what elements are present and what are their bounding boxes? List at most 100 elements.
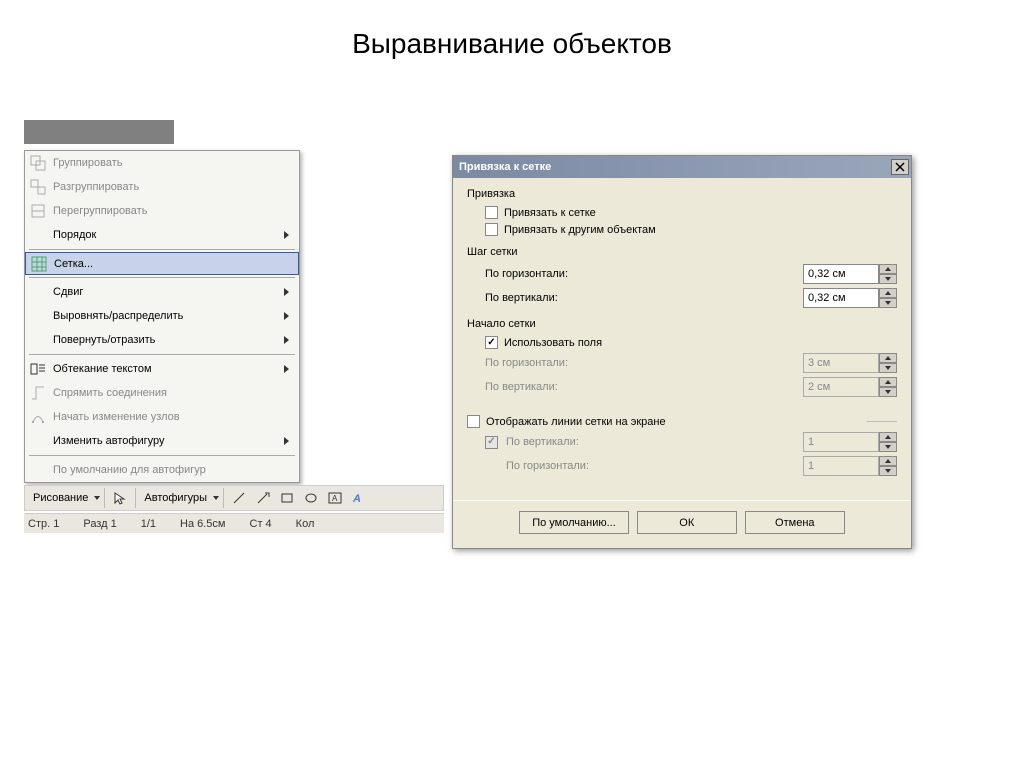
display-grid-label: Отображать линии сетки на экране bbox=[486, 416, 666, 428]
toolbar-separator bbox=[104, 488, 105, 508]
toolbar-separator bbox=[223, 488, 224, 508]
drawing-menu-button[interactable]: Рисование bbox=[29, 492, 100, 504]
spin-down-button[interactable] bbox=[879, 274, 897, 284]
display-v-input bbox=[803, 432, 879, 452]
chevron-right-icon bbox=[284, 365, 289, 373]
display-v-spinner bbox=[803, 432, 897, 452]
line-tool-button[interactable] bbox=[228, 487, 250, 509]
chevron-right-icon bbox=[284, 312, 289, 320]
spin-up-button[interactable] bbox=[879, 288, 897, 298]
origin-h-spinner bbox=[803, 353, 897, 373]
svg-text:A: A bbox=[332, 494, 338, 503]
use-margins-row[interactable]: Использовать поля bbox=[485, 336, 897, 349]
status-page: Стр. 1 bbox=[28, 518, 59, 530]
blank-icon bbox=[27, 281, 49, 303]
select-objects-button[interactable] bbox=[109, 487, 131, 509]
menu-label: Выровнять/распределить bbox=[53, 310, 284, 322]
menu-label: Разгруппировать bbox=[53, 181, 293, 193]
chevron-right-icon bbox=[284, 288, 289, 296]
left-panel: Группировать Разгруппировать Перегруппир… bbox=[24, 120, 451, 533]
wordart-tool-button[interactable]: A bbox=[348, 487, 370, 509]
wrap-text-icon bbox=[27, 358, 49, 380]
spacing-h-spinner[interactable] bbox=[803, 264, 897, 284]
snap-to-grid-row[interactable]: Привязать к сетке bbox=[485, 206, 897, 219]
origin-v-spinner bbox=[803, 377, 897, 397]
arrow-tool-button[interactable] bbox=[252, 487, 274, 509]
spin-up-button bbox=[879, 353, 897, 363]
use-margins-checkbox[interactable] bbox=[485, 336, 498, 349]
display-v-label: По вертикали: bbox=[506, 436, 797, 448]
chevron-up-icon bbox=[885, 380, 891, 384]
chevron-down-icon bbox=[94, 496, 100, 500]
ungroup-icon bbox=[27, 176, 49, 198]
menu-item-regroup[interactable]: Перегруппировать bbox=[25, 199, 299, 223]
rectangle-tool-button[interactable] bbox=[276, 487, 298, 509]
snap-to-grid-dialog: Привязка к сетке Привязка Привязать к се… bbox=[452, 155, 912, 549]
status-column: Кол bbox=[296, 518, 315, 530]
menu-label: Перегруппировать bbox=[53, 205, 293, 217]
menu-item-text-wrap[interactable]: Обтекание текстом bbox=[25, 357, 299, 381]
menu-label: Группировать bbox=[53, 157, 293, 169]
close-button[interactable] bbox=[891, 159, 909, 175]
oval-tool-button[interactable] bbox=[300, 487, 322, 509]
chevron-down-icon bbox=[885, 390, 891, 394]
status-pages: 1/1 bbox=[141, 518, 156, 530]
regroup-icon bbox=[27, 200, 49, 222]
spacing-v-spinner[interactable] bbox=[803, 288, 897, 308]
snap-to-grid-label: Привязать к сетке bbox=[504, 207, 596, 219]
display-grid-row[interactable]: Отображать линии сетки на экране bbox=[467, 415, 897, 428]
menu-label: Повернуть/отразить bbox=[53, 334, 284, 346]
origin-v-input bbox=[803, 377, 879, 397]
autoshapes-label: Автофигуры bbox=[140, 492, 211, 504]
menu-item-grid[interactable]: Сетка... bbox=[25, 252, 299, 275]
default-button[interactable]: По умолчанию... bbox=[519, 511, 629, 534]
snap-to-objects-checkbox[interactable] bbox=[485, 223, 498, 236]
toolbar-separator bbox=[135, 488, 136, 508]
menu-item-align[interactable]: Выровнять/распределить bbox=[25, 304, 299, 328]
menu-item-reroute[interactable]: Спрямить соединения bbox=[25, 381, 299, 405]
divider bbox=[867, 421, 897, 422]
chevron-down-icon bbox=[885, 469, 891, 473]
autoshapes-menu-button[interactable]: Автофигуры bbox=[140, 492, 219, 504]
dialog-body: Привязка Привязать к сетке Привязать к д… bbox=[453, 178, 911, 500]
status-line: Ст 4 bbox=[250, 518, 272, 530]
chevron-up-icon bbox=[885, 435, 891, 439]
group-spacing-label: Шаг сетки bbox=[467, 246, 897, 258]
menu-item-order[interactable]: Порядок bbox=[25, 223, 299, 247]
menu-item-ungroup[interactable]: Разгруппировать bbox=[25, 175, 299, 199]
menu-item-nudge[interactable]: Сдвиг bbox=[25, 280, 299, 304]
blank-icon bbox=[27, 224, 49, 246]
cancel-button[interactable]: Отмена bbox=[745, 511, 845, 534]
snap-to-objects-row[interactable]: Привязать к другим объектам bbox=[485, 223, 897, 236]
menu-item-group[interactable]: Группировать bbox=[25, 151, 299, 175]
spin-up-button[interactable] bbox=[879, 264, 897, 274]
menu-item-rotate[interactable]: Повернуть/отразить bbox=[25, 328, 299, 352]
origin-v-label: По вертикали: bbox=[485, 381, 797, 393]
close-icon bbox=[895, 162, 905, 172]
spacing-h-input[interactable] bbox=[803, 264, 879, 284]
menu-item-edit-points[interactable]: Начать изменение узлов bbox=[25, 405, 299, 429]
blank-icon bbox=[27, 430, 49, 452]
menu-label: Сетка... bbox=[54, 258, 292, 270]
chevron-down-icon bbox=[885, 366, 891, 370]
chevron-down-icon bbox=[213, 496, 219, 500]
chevron-down-icon bbox=[885, 277, 891, 281]
spin-down-button[interactable] bbox=[879, 298, 897, 308]
spin-up-button bbox=[879, 456, 897, 466]
group-origin-label: Начало сетки bbox=[467, 318, 897, 330]
snap-to-grid-checkbox[interactable] bbox=[485, 206, 498, 219]
menu-item-change-autoshape[interactable]: Изменить автофигуру bbox=[25, 429, 299, 453]
grid-icon bbox=[28, 253, 50, 275]
chevron-up-icon bbox=[885, 459, 891, 463]
group-icon bbox=[27, 152, 49, 174]
chevron-right-icon bbox=[284, 231, 289, 239]
spin-up-button bbox=[879, 377, 897, 387]
display-grid-checkbox[interactable] bbox=[467, 415, 480, 428]
ok-button[interactable]: ОК bbox=[637, 511, 737, 534]
spacing-v-input[interactable] bbox=[803, 288, 879, 308]
dialog-titlebar[interactable]: Привязка к сетке bbox=[453, 156, 911, 178]
textbox-tool-button[interactable]: A bbox=[324, 487, 346, 509]
menu-item-set-defaults[interactable]: По умолчанию для автофигур bbox=[25, 458, 299, 482]
chevron-up-icon bbox=[885, 291, 891, 295]
context-menu: Группировать Разгруппировать Перегруппир… bbox=[24, 150, 300, 483]
